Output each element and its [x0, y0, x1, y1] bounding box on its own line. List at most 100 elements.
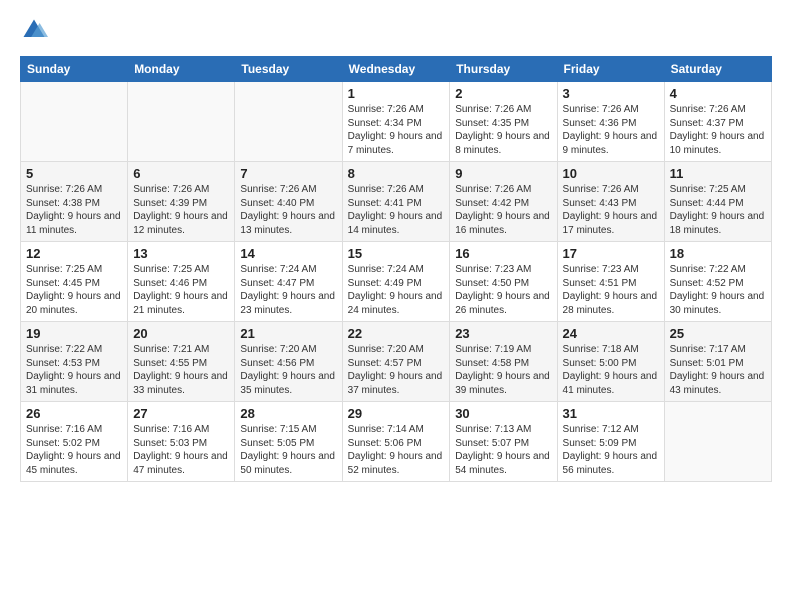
calendar-cell-w3d6: 25Sunrise: 7:17 AM Sunset: 5:01 PM Dayli…: [664, 322, 771, 402]
calendar-cell-w4d2: 28 Sunrise: 7:15 AM Sunset: 5:05 PM Dayli…: [235, 402, 342, 482]
header-friday: Friday: [557, 57, 664, 82]
day-number: 19: [26, 326, 122, 341]
day-info: Sunrise: 7:23 AM Sunset: 4:51 PM Dayligh…: [563, 263, 659, 317]
calendar-cell-w2d4: 16 Sunrise: 7:23 AM Sunset: 4:50 PM Dayli…: [450, 242, 557, 322]
day-number: 21: [240, 326, 336, 341]
day-number: 17: [563, 246, 659, 261]
day-info: Sunrise: 7:26 AM Sunset: 4:35 PM Dayligh…: [455, 103, 551, 157]
calendar-cell-w1d3: 8 Sunrise: 7:26 AM Sunset: 4:41 PM Daylig…: [342, 162, 450, 242]
calendar-cell-w0d6: 4 Sunrise: 7:26 AM Sunset: 4:37 PM Daylig…: [664, 82, 771, 162]
calendar-cell-w1d0: 5Sunrise: 7:26 AM Sunset: 4:38 PM Daylig…: [21, 162, 128, 242]
day-number: 27: [133, 406, 229, 421]
day-number: 4: [670, 86, 766, 101]
calendar-cell-w4d1: 27 Sunrise: 7:16 AM Sunset: 5:03 PM Dayli…: [128, 402, 235, 482]
calendar-cell-w2d5: 17 Sunrise: 7:23 AM Sunset: 4:51 PM Dayli…: [557, 242, 664, 322]
calendar-cell-w1d4: 9 Sunrise: 7:26 AM Sunset: 4:42 PM Daylig…: [450, 162, 557, 242]
day-number: 23: [455, 326, 551, 341]
day-info: Sunrise: 7:25 AM Sunset: 4:44 PM Dayligh…: [670, 183, 766, 237]
day-number: 8: [348, 166, 445, 181]
header-tuesday: Tuesday: [235, 57, 342, 82]
calendar-cell-w3d0: 19 Sunrise: 7:22 AM Sunset: 4:53 PM Dayli…: [21, 322, 128, 402]
calendar-cell-w4d0: 26Sunrise: 7:16 AM Sunset: 5:02 PM Dayli…: [21, 402, 128, 482]
day-info: Sunrise: 7:26 AM Sunset: 4:36 PM Dayligh…: [563, 103, 659, 157]
calendar-cell-w1d6: 11 Sunrise: 7:25 AM Sunset: 4:44 PM Dayli…: [664, 162, 771, 242]
calendar-cell-w3d5: 24 Sunrise: 7:18 AM Sunset: 5:00 PM Dayli…: [557, 322, 664, 402]
day-info: Sunrise: 7:26 AM Sunset: 4:39 PM Dayligh…: [133, 183, 229, 237]
day-number: 1: [348, 86, 445, 101]
calendar-cell-w3d2: 21 Sunrise: 7:20 AM Sunset: 4:56 PM Dayli…: [235, 322, 342, 402]
logo: [20, 16, 54, 44]
header-sunday: Sunday: [21, 57, 128, 82]
day-number: 31: [563, 406, 659, 421]
logo-icon: [20, 16, 48, 44]
calendar-cell-w1d1: 6 Sunrise: 7:26 AM Sunset: 4:39 PM Daylig…: [128, 162, 235, 242]
day-number: 30: [455, 406, 551, 421]
header-wednesday: Wednesday: [342, 57, 450, 82]
calendar-cell-w3d3: 22 Sunrise: 7:20 AM Sunset: 4:57 PM Dayli…: [342, 322, 450, 402]
day-info: Sunrise: 7:15 AM Sunset: 5:05 PM Dayligh…: [240, 423, 336, 477]
day-info: Sunrise: 7:26 AM Sunset: 4:41 PM Dayligh…: [348, 183, 445, 237]
day-info: Sunrise: 7:17 AM Sunset: 5:01 PM Dayligh…: [670, 343, 766, 397]
day-number: 10: [563, 166, 659, 181]
day-info: Sunrise: 7:18 AM Sunset: 5:00 PM Dayligh…: [563, 343, 659, 397]
day-info: Sunrise: 7:14 AM Sunset: 5:06 PM Dayligh…: [348, 423, 445, 477]
day-number: 7: [240, 166, 336, 181]
day-number: 9: [455, 166, 551, 181]
calendar-cell-w4d6: [664, 402, 771, 482]
day-info: Sunrise: 7:22 AM Sunset: 4:53 PM Dayligh…: [26, 343, 122, 397]
day-info: Sunrise: 7:25 AM Sunset: 4:45 PM Dayligh…: [26, 263, 122, 317]
day-info: Sunrise: 7:19 AM Sunset: 4:58 PM Dayligh…: [455, 343, 551, 397]
day-number: 18: [670, 246, 766, 261]
day-number: 22: [348, 326, 445, 341]
calendar-cell-w4d4: 30 Sunrise: 7:13 AM Sunset: 5:07 PM Dayli…: [450, 402, 557, 482]
day-number: 24: [563, 326, 659, 341]
day-info: Sunrise: 7:26 AM Sunset: 4:43 PM Dayligh…: [563, 183, 659, 237]
day-number: 6: [133, 166, 229, 181]
day-info: Sunrise: 7:26 AM Sunset: 4:34 PM Dayligh…: [348, 103, 445, 157]
day-info: Sunrise: 7:20 AM Sunset: 4:57 PM Dayligh…: [348, 343, 445, 397]
day-info: Sunrise: 7:26 AM Sunset: 4:40 PM Dayligh…: [240, 183, 336, 237]
calendar-week-2: 12 Sunrise: 7:25 AM Sunset: 4:45 PM Dayli…: [21, 242, 772, 322]
day-number: 16: [455, 246, 551, 261]
header-thursday: Thursday: [450, 57, 557, 82]
day-info: Sunrise: 7:26 AM Sunset: 4:42 PM Dayligh…: [455, 183, 551, 237]
day-number: 28: [240, 406, 336, 421]
day-info: Sunrise: 7:24 AM Sunset: 4:47 PM Dayligh…: [240, 263, 336, 317]
day-number: 13: [133, 246, 229, 261]
calendar-cell-w4d3: 29 Sunrise: 7:14 AM Sunset: 5:06 PM Dayli…: [342, 402, 450, 482]
calendar-cell-w3d4: 23 Sunrise: 7:19 AM Sunset: 4:58 PM Dayli…: [450, 322, 557, 402]
day-number: 3: [563, 86, 659, 101]
day-number: 20: [133, 326, 229, 341]
day-info: Sunrise: 7:23 AM Sunset: 4:50 PM Dayligh…: [455, 263, 551, 317]
day-info: Sunrise: 7:26 AM Sunset: 4:37 PM Dayligh…: [670, 103, 766, 157]
calendar-cell-w0d1: [128, 82, 235, 162]
page-header: [20, 16, 772, 44]
calendar-cell-w2d2: 14Sunrise: 7:24 AM Sunset: 4:47 PM Dayli…: [235, 242, 342, 322]
day-number: 12: [26, 246, 122, 261]
day-info: Sunrise: 7:16 AM Sunset: 5:03 PM Dayligh…: [133, 423, 229, 477]
calendar-cell-w3d1: 20 Sunrise: 7:21 AM Sunset: 4:55 PM Dayli…: [128, 322, 235, 402]
header-monday: Monday: [128, 57, 235, 82]
calendar-week-1: 5Sunrise: 7:26 AM Sunset: 4:38 PM Daylig…: [21, 162, 772, 242]
calendar-cell-w2d1: 13Sunrise: 7:25 AM Sunset: 4:46 PM Dayli…: [128, 242, 235, 322]
calendar-cell-w0d2: [235, 82, 342, 162]
day-number: 2: [455, 86, 551, 101]
day-number: 11: [670, 166, 766, 181]
day-info: Sunrise: 7:20 AM Sunset: 4:56 PM Dayligh…: [240, 343, 336, 397]
calendar-cell-w0d4: 2 Sunrise: 7:26 AM Sunset: 4:35 PM Daylig…: [450, 82, 557, 162]
calendar-week-3: 19 Sunrise: 7:22 AM Sunset: 4:53 PM Dayli…: [21, 322, 772, 402]
calendar-cell-w2d6: 18 Sunrise: 7:22 AM Sunset: 4:52 PM Dayli…: [664, 242, 771, 322]
calendar-cell-w2d3: 15Sunrise: 7:24 AM Sunset: 4:49 PM Dayli…: [342, 242, 450, 322]
day-number: 29: [348, 406, 445, 421]
calendar-cell-w0d0: [21, 82, 128, 162]
day-info: Sunrise: 7:16 AM Sunset: 5:02 PM Dayligh…: [26, 423, 122, 477]
calendar-header-row: SundayMondayTuesdayWednesdayThursdayFrid…: [21, 57, 772, 82]
calendar-cell-w1d2: 7 Sunrise: 7:26 AM Sunset: 4:40 PM Daylig…: [235, 162, 342, 242]
day-info: Sunrise: 7:24 AM Sunset: 4:49 PM Dayligh…: [348, 263, 445, 317]
calendar-week-4: 26Sunrise: 7:16 AM Sunset: 5:02 PM Dayli…: [21, 402, 772, 482]
day-info: Sunrise: 7:13 AM Sunset: 5:07 PM Dayligh…: [455, 423, 551, 477]
day-info: Sunrise: 7:26 AM Sunset: 4:38 PM Dayligh…: [26, 183, 122, 237]
day-info: Sunrise: 7:21 AM Sunset: 4:55 PM Dayligh…: [133, 343, 229, 397]
header-saturday: Saturday: [664, 57, 771, 82]
day-info: Sunrise: 7:22 AM Sunset: 4:52 PM Dayligh…: [670, 263, 766, 317]
